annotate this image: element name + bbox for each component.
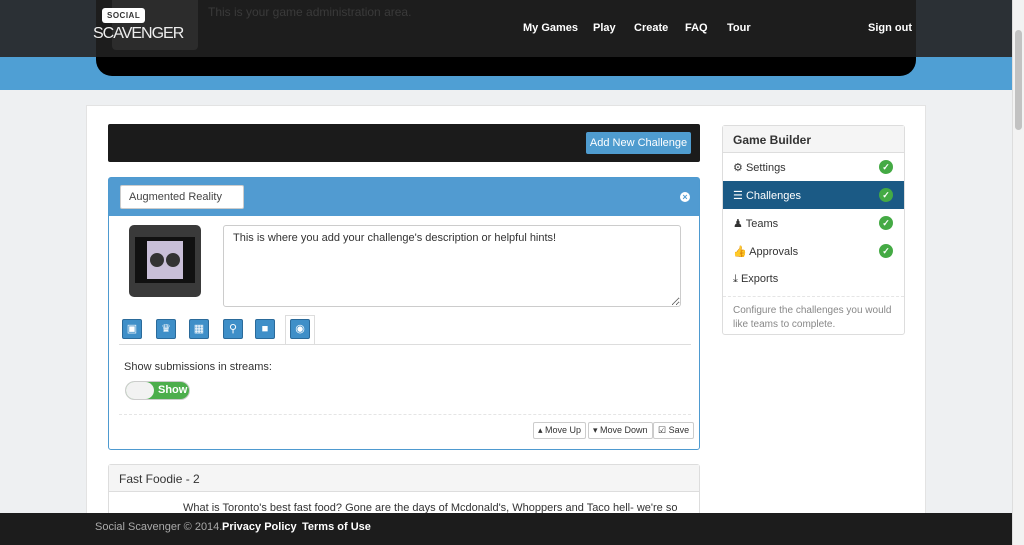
nav-tour[interactable]: Tour (727, 22, 751, 34)
sidebar-item-label: Settings (745, 162, 786, 174)
sidebar-item-teams[interactable]: ♟ Teams ✓ (723, 209, 904, 237)
logo-text[interactable]: SCAVENGER (93, 25, 184, 43)
privacy-policy-link[interactable]: Privacy Policy (222, 521, 297, 533)
challenge-image[interactable] (129, 225, 201, 297)
move-up-button[interactable]: ▴ Move Up (533, 422, 587, 439)
save-label: Save (668, 425, 690, 435)
list-icon: ☰ (733, 190, 743, 202)
user-icon: ♟ (733, 218, 743, 230)
header: SOCIAL SCAVENGER This is your game admin… (93, 0, 916, 76)
trophy-icon[interactable]: ♛ (156, 319, 176, 339)
divider (119, 414, 691, 415)
check-icon: ✓ (879, 244, 893, 258)
challenge-title[interactable]: Fast Foodie - 2 (109, 465, 699, 492)
sidebar-item-label: Approvals (749, 246, 799, 258)
stream-label: Show submissions in streams: (124, 361, 272, 373)
scrollbar-thumb[interactable] (1015, 30, 1022, 130)
challenge-panel: × This is where you add your challenge's… (108, 177, 700, 450)
sidebar-item-challenges[interactable]: ☰ Challenges ✓ (723, 181, 904, 209)
calendar-icon[interactable]: ▦ (189, 319, 209, 339)
game-builder-sidebar: Game Builder ⚙ Settings ✓ ☰ Challenges ✓ ♟… (722, 125, 905, 335)
save-button[interactable]: ☑ Save (653, 422, 695, 439)
footer: Social Scavenger © 2014. Privacy Policy … (0, 513, 1012, 545)
sign-out-link[interactable]: Sign out (868, 22, 912, 34)
check-icon: ✓ (879, 216, 893, 230)
terms-of-use-link[interactable]: Terms of Use (302, 521, 371, 533)
sidebar-item-exports[interactable]: ⤓ Exports (723, 265, 904, 293)
sidebar-help: Configure the challenges you would like … (723, 296, 904, 339)
nav-my-games[interactable]: My Games (523, 22, 578, 34)
move-down-label: Move Down (600, 425, 648, 435)
sidebar-title: Game Builder (723, 126, 904, 153)
toggle-label: Show (158, 384, 188, 396)
header-inner: SOCIAL SCAVENGER This is your game admin… (93, 0, 916, 57)
check-icon: ✓ (879, 188, 893, 202)
thumbs-up-icon: 👍 (733, 246, 747, 258)
nav-create[interactable]: Create (634, 22, 668, 34)
film-icon (135, 237, 195, 283)
close-icon[interactable]: × (680, 192, 690, 202)
gear-icon: ⚙ (733, 162, 743, 174)
scrollbar[interactable] (1012, 0, 1024, 545)
lock-icon[interactable]: ■ (255, 319, 275, 339)
nav-faq[interactable]: FAQ (685, 22, 708, 34)
move-up-label: Move Up (545, 425, 582, 435)
nav-play[interactable]: Play (593, 22, 616, 34)
image-icon[interactable]: ▣ (122, 319, 142, 339)
map-marker-icon[interactable]: ⚲ (223, 319, 243, 339)
sidebar-item-approvals[interactable]: 👍 Approvals ✓ (723, 237, 904, 265)
sidebar-item-label: Teams (745, 218, 779, 230)
challenge-title-input[interactable] (120, 185, 244, 209)
download-icon: ⤓ (733, 273, 738, 285)
sidebar-item-label: Exports (740, 273, 779, 285)
copyright: Social Scavenger © 2014. (95, 521, 223, 533)
sidebar-item-label: Challenges (745, 190, 801, 202)
check-icon: ✓ (879, 160, 893, 174)
header-subtitle: This is your game administration area. (208, 5, 412, 19)
challenge-description-input[interactable]: This is where you add your challenge's d… (223, 225, 681, 307)
move-down-button[interactable]: ▾ Move Down (588, 422, 653, 439)
challenge-panel-header: × (109, 178, 699, 216)
sidebar-item-settings[interactable]: ⚙ Settings ✓ (723, 153, 904, 181)
show-in-streams-toggle[interactable]: Show (125, 381, 190, 400)
add-challenge-button[interactable]: Add New Challenge (586, 132, 691, 154)
tab-divider (119, 344, 691, 345)
logo[interactable]: SOCIAL (102, 8, 146, 23)
eye-icon[interactable]: ◉ (290, 319, 310, 339)
